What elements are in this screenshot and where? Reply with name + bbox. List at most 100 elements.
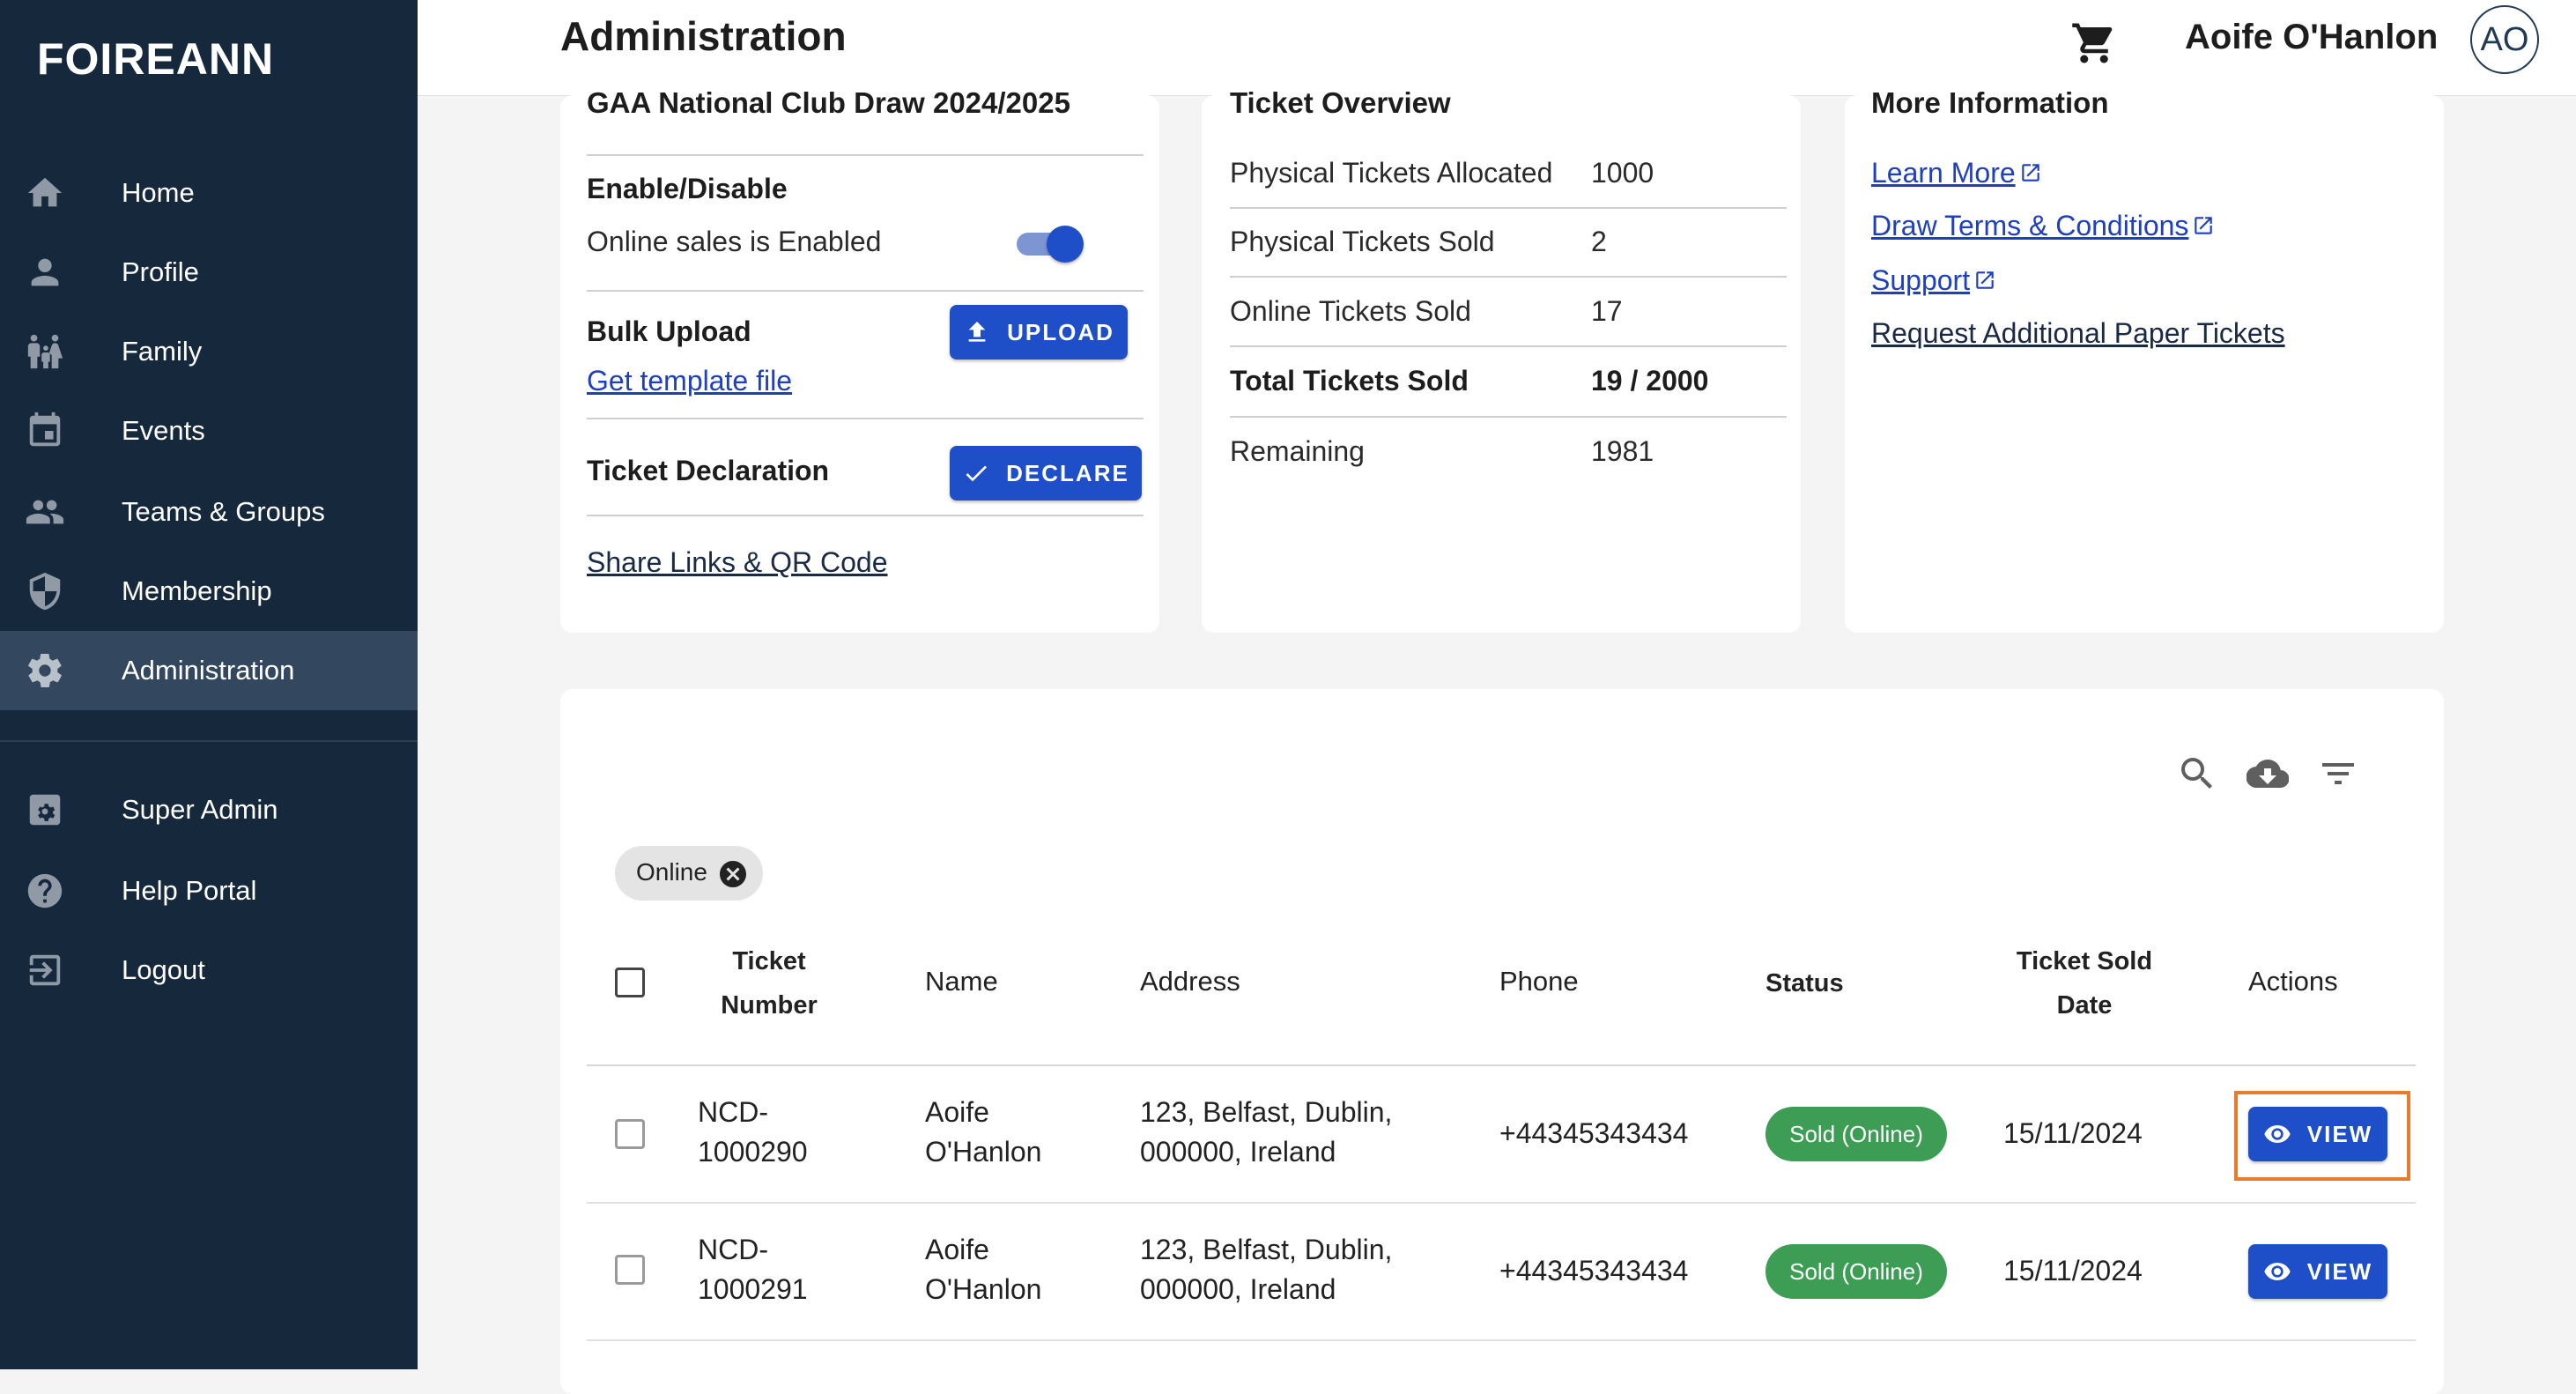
external-link-icon: [2019, 159, 2042, 182]
close-icon[interactable]: [717, 858, 749, 890]
row-checkbox[interactable]: [615, 1119, 645, 1149]
sidebar-item-family[interactable]: Family: [0, 312, 418, 391]
support-link[interactable]: Support: [1871, 264, 1996, 297]
family-icon: [25, 331, 65, 372]
search-icon[interactable]: [2176, 753, 2218, 795]
overview-label: Physical Tickets Sold: [1230, 226, 1495, 257]
overview-value: 1981: [1591, 435, 1654, 467]
shield-icon: [25, 571, 65, 612]
sidebar-item-logout[interactable]: Logout: [0, 931, 418, 1010]
view-button-label: VIEW: [2306, 1257, 2373, 1285]
request-paper-tickets-link[interactable]: Request Additional Paper Tickets: [1871, 317, 2285, 350]
row-divider: [587, 1339, 2416, 1341]
row-checkbox[interactable]: [615, 1255, 645, 1285]
phone-cell: +44345343434: [1499, 1117, 1689, 1149]
share-links-link[interactable]: Share Links & QR Code: [587, 546, 888, 579]
declare-button[interactable]: DECLARE: [950, 446, 1142, 501]
column-header-ticket-number[interactable]: Ticket Number: [698, 939, 840, 1027]
ticket-number-cell: NCD- 1000291: [698, 1234, 808, 1305]
status-badge: Sold (Online): [1765, 1244, 1947, 1299]
highlight-outline: [2234, 1091, 2410, 1181]
sidebar-item-super-admin[interactable]: Super Admin: [0, 770, 418, 849]
user-name[interactable]: Aoife O'Hanlon: [2185, 18, 2438, 57]
page-title: Administration: [560, 13, 847, 59]
sidebar-item-label: Teams & Groups: [122, 496, 325, 527]
header-divider: [587, 1064, 2416, 1066]
sidebar-item-home[interactable]: Home: [0, 153, 418, 233]
sidebar-divider: [0, 740, 418, 742]
bulk-upload-heading: Bulk Upload: [587, 315, 751, 347]
name-cell: Aoife O'Hanlon: [925, 1234, 1042, 1305]
cart-icon[interactable]: [2070, 19, 2118, 67]
divider: [587, 418, 1144, 419]
sidebar-item-label: Logout: [122, 954, 205, 985]
overview-label: Physical Tickets Allocated: [1230, 157, 1553, 189]
overview-label: Online Tickets Sold: [1230, 295, 1471, 327]
template-file-link[interactable]: Get template file: [587, 365, 792, 397]
view-button[interactable]: VIEW: [2248, 1244, 2387, 1299]
overview-value: 17: [1591, 295, 1623, 327]
select-all-checkbox[interactable]: [615, 968, 645, 997]
external-link-icon: [2192, 211, 2215, 234]
draw-title: GAA National Club Draw 2024/2025: [587, 86, 1070, 119]
column-header-address[interactable]: Address: [1140, 966, 1240, 997]
top-header: Administration Aoife O'Hanlon AO: [418, 0, 2576, 96]
sidebar-item-label: Home: [122, 177, 195, 208]
sidebar-item-help-portal[interactable]: Help Portal: [0, 851, 418, 931]
check-icon: [966, 465, 988, 482]
row-divider: [587, 1202, 2416, 1204]
online-sales-toggle[interactable]: [1013, 226, 1084, 263]
sidebar-item-events[interactable]: Events: [0, 391, 418, 471]
external-link-icon: [1973, 266, 1996, 289]
learn-more-link[interactable]: Learn More: [1871, 157, 2042, 189]
enable-disable-heading: Enable/Disable: [587, 173, 788, 204]
column-header-name[interactable]: Name: [925, 966, 998, 997]
sidebar-item-label: Help Portal: [122, 875, 257, 906]
sidebar-item-membership[interactable]: Membership: [0, 552, 418, 631]
sidebar: FOIREANN Home Profile Family Events Team…: [0, 0, 418, 1369]
divider: [587, 515, 1144, 516]
ticket-declaration-heading: Ticket Declaration: [587, 455, 830, 486]
filter-chip-label: Online: [636, 858, 707, 886]
draw-terms-link[interactable]: Draw Terms & Conditions: [1871, 210, 2215, 242]
column-header-phone[interactable]: Phone: [1499, 966, 1579, 997]
address-cell: 123, Belfast, Dublin, 000000, Ireland: [1140, 1234, 1393, 1305]
online-sales-status: Online sales is Enabled: [587, 226, 882, 257]
upload-button-label: UPLOAD: [1007, 318, 1114, 345]
divider: [1230, 416, 1787, 418]
person-icon: [25, 252, 65, 293]
overview-label: Remaining: [1230, 435, 1365, 467]
sidebar-item-label: Events: [122, 415, 205, 446]
column-header-status[interactable]: Status: [1765, 961, 1844, 1005]
sold-date-cell: 15/11/2024: [2003, 1255, 2143, 1286]
sold-date-cell: 15/11/2024: [2003, 1117, 2143, 1149]
name-cell: Aoife O'Hanlon: [925, 1096, 1042, 1168]
sidebar-item-administration[interactable]: Administration: [0, 631, 418, 710]
column-header-actions: Actions: [2248, 966, 2338, 997]
divider: [587, 290, 1144, 292]
calendar-icon: [25, 411, 65, 451]
column-header-sold-date[interactable]: Ticket Sold Date: [2003, 939, 2165, 1027]
divider: [1230, 345, 1787, 347]
ticket-number-cell: NCD- 1000290: [698, 1096, 808, 1168]
address-cell: 123, Belfast, Dublin, 000000, Ireland: [1140, 1096, 1393, 1168]
upload-button[interactable]: UPLOAD: [950, 305, 1128, 360]
sidebar-item-profile[interactable]: Profile: [0, 233, 418, 312]
cloud-download-icon[interactable]: [2246, 753, 2290, 795]
sidebar-item-label: Administration: [122, 655, 295, 686]
status-badge: Sold (Online): [1765, 1107, 1947, 1161]
sidebar-item-teams-groups[interactable]: Teams & Groups: [0, 472, 418, 552]
more-info-title: More Information: [1871, 86, 2109, 119]
overview-value: 1000: [1591, 157, 1654, 189]
declare-button-label: DECLARE: [1006, 459, 1129, 486]
group-icon: [25, 492, 65, 532]
avatar[interactable]: AO: [2470, 5, 2539, 74]
filter-icon[interactable]: [2317, 753, 2359, 795]
eye-icon: [2264, 1263, 2291, 1280]
home-icon: [25, 173, 65, 213]
upload-icon: [968, 322, 986, 342]
overview-value: 19 / 2000: [1591, 365, 1709, 397]
sidebar-item-label: Super Admin: [122, 794, 278, 825]
sidebar-item-label: Family: [122, 336, 203, 367]
filter-chip-online: Online: [615, 846, 763, 901]
